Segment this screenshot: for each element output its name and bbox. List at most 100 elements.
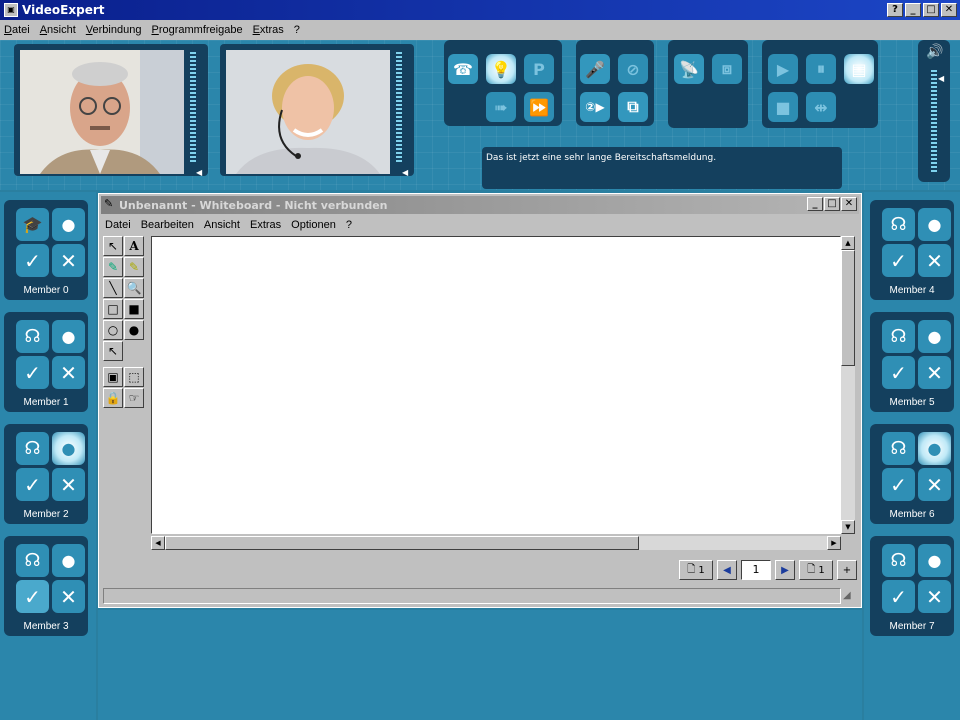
page-number-input[interactable]: 1 — [741, 560, 771, 580]
wb-menu-extras[interactable]: Extras — [250, 219, 281, 231]
new-page-button[interactable]: + — [837, 560, 857, 580]
member-reject-button[interactable]: ✕ — [52, 244, 85, 277]
camera-off-button[interactable]: ⊘ — [618, 54, 648, 84]
select-area-tool[interactable]: ▣ — [103, 367, 123, 387]
member-reject-button[interactable]: ✕ — [52, 468, 85, 501]
note-button[interactable]: ▤ — [844, 54, 874, 84]
member-chat-button[interactable]: ● — [918, 432, 951, 465]
member-accept-button[interactable]: ✓ — [882, 356, 915, 389]
text-tool[interactable]: A — [124, 236, 144, 256]
member-role-button[interactable]: ☊ — [882, 544, 915, 577]
vertical-scrollbar[interactable]: ▲ ▼ — [841, 236, 855, 534]
member-reject-button[interactable]: ✕ — [52, 580, 85, 613]
page-right-button[interactable]: 🗋 1 — [799, 560, 833, 580]
remote-pointer-tool[interactable]: ↖ — [103, 341, 123, 361]
ellipse-tool[interactable]: ○ — [103, 320, 123, 340]
member-chat-button[interactable]: ● — [918, 208, 951, 241]
member-accept-button[interactable]: ✓ — [16, 244, 49, 277]
swap-button[interactable]: ⇹ — [806, 92, 836, 122]
close-button[interactable]: ✕ — [941, 3, 957, 17]
menu-ansicht[interactable]: Ansicht — [40, 24, 76, 36]
zoom-tool[interactable]: 🔍 — [124, 278, 144, 298]
help-button[interactable]: ? — [887, 3, 903, 17]
wb-menu-help[interactable]: ? — [346, 219, 352, 231]
member-accept-button[interactable]: ✓ — [16, 580, 49, 613]
filled-ellipse-tool[interactable]: ● — [124, 320, 144, 340]
menu-verbindung[interactable]: Verbindung — [86, 24, 142, 36]
member-accept-button[interactable]: ✓ — [882, 244, 915, 277]
lock-tool[interactable]: 🔒 — [103, 388, 123, 408]
scroll-up-button[interactable]: ▲ — [841, 236, 855, 250]
share-button[interactable]: ⧈ — [712, 54, 742, 84]
whiteboard-app-icon[interactable]: ✎ — [104, 197, 113, 210]
volume-thumb-icon[interactable]: ◀ — [938, 74, 944, 83]
remote-volume-slider[interactable] — [396, 52, 402, 164]
stop-button[interactable]: ■ — [768, 92, 798, 122]
member-reject-button[interactable]: ✕ — [918, 468, 951, 501]
member-reject-button[interactable]: ✕ — [918, 244, 951, 277]
prev-page-button[interactable]: ◀ — [717, 560, 737, 580]
member-accept-button[interactable]: ✓ — [882, 580, 915, 613]
whiteboard-maximize-button[interactable]: □ — [824, 197, 840, 211]
minimize-button[interactable]: _ — [905, 3, 921, 17]
window-button[interactable]: ⧉ — [618, 92, 648, 122]
wb-menu-bearbeiten[interactable]: Bearbeiten — [141, 219, 194, 231]
wb-menu-datei[interactable]: Datei — [105, 219, 131, 231]
rectangle-tool[interactable]: □ — [103, 299, 123, 319]
maximize-button[interactable]: □ — [923, 3, 939, 17]
member-chat-button[interactable]: ● — [918, 320, 951, 353]
forward-button[interactable]: ➠ — [486, 92, 516, 122]
member-chat-button[interactable]: ● — [52, 432, 85, 465]
microphone-button[interactable]: 🎤 — [580, 54, 610, 84]
app-icon[interactable]: ▣ — [4, 3, 18, 17]
wb-menu-ansicht[interactable]: Ansicht — [204, 219, 240, 231]
select-tool[interactable]: ↖ — [103, 236, 123, 256]
member-chat-button[interactable]: ● — [52, 320, 85, 353]
menu-help[interactable]: ? — [294, 24, 300, 36]
member-role-button[interactable]: 🎓 — [16, 208, 49, 241]
local-volume-slider[interactable] — [190, 52, 196, 164]
horizontal-scrollbar[interactable]: ◀ ▶ — [151, 536, 841, 550]
member-chat-button[interactable]: ● — [52, 208, 85, 241]
member-reject-button[interactable]: ✕ — [918, 356, 951, 389]
member-chat-button[interactable]: ● — [52, 544, 85, 577]
network-button[interactable]: 📡 — [674, 54, 704, 84]
whiteboard-canvas[interactable] — [151, 236, 841, 534]
menu-datei[interactable]: Datei — [4, 24, 30, 36]
priority-button[interactable]: P — [524, 54, 554, 84]
camera-2-button[interactable]: ②▶ — [580, 92, 610, 122]
member-role-button[interactable]: ☊ — [16, 320, 49, 353]
resize-grip-icon[interactable]: ◢ — [843, 590, 851, 601]
member-accept-button[interactable]: ✓ — [16, 356, 49, 389]
fast-forward-button[interactable]: ⏩ — [524, 92, 554, 122]
scroll-down-button[interactable]: ▼ — [841, 520, 855, 534]
member-role-button[interactable]: ☊ — [882, 208, 915, 241]
page-left-button[interactable]: 🗋 1 — [679, 560, 713, 580]
phone-button[interactable]: ☎ — [448, 54, 478, 84]
horizontal-scroll-thumb[interactable] — [165, 536, 639, 550]
member-role-button[interactable]: ☊ — [882, 432, 915, 465]
scroll-left-button[interactable]: ◀ — [151, 536, 165, 550]
master-volume-slider[interactable] — [931, 70, 937, 174]
play-button[interactable]: ▶ — [768, 54, 798, 84]
pen-tool[interactable]: ✎ — [103, 257, 123, 277]
vertical-scroll-thumb[interactable] — [841, 250, 855, 366]
pause-button[interactable]: ⏸ — [806, 54, 836, 84]
whiteboard-minimize-button[interactable]: _ — [807, 197, 823, 211]
bulb-button[interactable]: 💡 — [486, 54, 516, 84]
member-accept-button[interactable]: ✓ — [882, 468, 915, 501]
member-reject-button[interactable]: ✕ — [52, 356, 85, 389]
highlighter-tool[interactable]: ✎ — [124, 257, 144, 277]
member-reject-button[interactable]: ✕ — [918, 580, 951, 613]
member-accept-button[interactable]: ✓ — [16, 468, 49, 501]
member-chat-button[interactable]: ● — [918, 544, 951, 577]
wb-menu-optionen[interactable]: Optionen — [291, 219, 336, 231]
filled-rectangle-tool[interactable]: ■ — [124, 299, 144, 319]
member-role-button[interactable]: ☊ — [882, 320, 915, 353]
member-role-button[interactable]: ☊ — [16, 432, 49, 465]
select-window-tool[interactable]: ⬚ — [124, 367, 144, 387]
line-tool[interactable]: ╲ — [103, 278, 123, 298]
whiteboard-close-button[interactable]: ✕ — [841, 197, 857, 211]
menu-extras[interactable]: Extras — [253, 24, 284, 36]
menu-programmfreigabe[interactable]: Programmfreigabe — [151, 24, 242, 36]
